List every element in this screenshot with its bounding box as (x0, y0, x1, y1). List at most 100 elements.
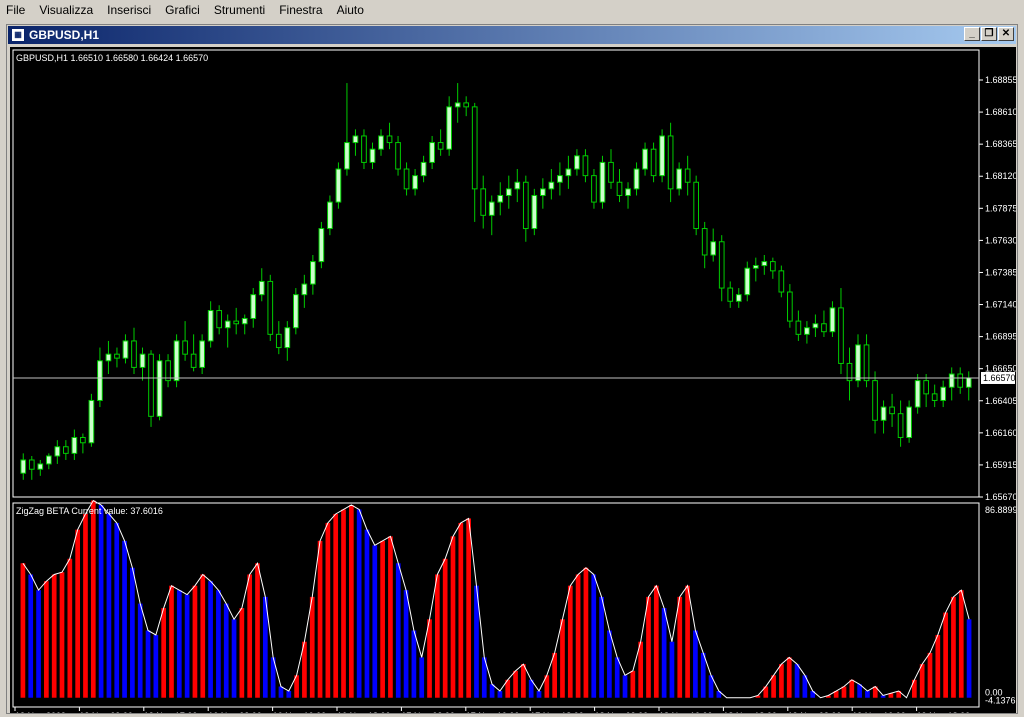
candle-bear (182, 340, 188, 355)
candle-bull (292, 294, 299, 329)
candle-bull (97, 360, 103, 401)
candle-bull (744, 267, 751, 296)
menu-insert[interactable]: Inserisci (101, 3, 159, 17)
indicator-bar (599, 596, 604, 698)
menu-file[interactable]: File (0, 3, 33, 17)
indicator-bar (786, 657, 792, 698)
indicator-bar (44, 581, 49, 698)
candle-bear (889, 406, 895, 415)
indicator-bar (677, 596, 683, 698)
candle-bull (735, 294, 742, 302)
price-chart[interactable]: GBPUSD,H1 1.66510 1.66580 1.66424 1.6657… (10, 47, 1018, 717)
indicator-bar (278, 686, 284, 698)
indicator-bar (216, 590, 221, 698)
indicator-bar (239, 608, 245, 698)
candle-bear (275, 333, 282, 349)
menu-tools[interactable]: Strumenti (208, 3, 273, 17)
candle-bull (710, 241, 717, 256)
candle-bull (429, 142, 435, 163)
candle-bull (880, 406, 887, 421)
indicator-bar (865, 691, 870, 698)
menu-view[interactable]: Visualizza (33, 3, 101, 17)
chart-area[interactable]: GBPUSD,H1 1.66510 1.66580 1.66424 1.6657… (10, 47, 1018, 717)
indicator-bar (388, 536, 393, 698)
close-icon[interactable]: ✕ (998, 27, 1014, 41)
candle-bull (378, 135, 384, 150)
x-tick-label: 19 Nov 10:00 (852, 711, 906, 713)
indicator-bar (67, 558, 73, 698)
window-titlebar[interactable]: ▦ GBPUSD,H1 _ ❐ ✕ (8, 26, 1016, 44)
indicator-bar (419, 657, 425, 698)
candle-bear (616, 181, 623, 196)
indicator-bar (83, 513, 88, 698)
candle-bull (855, 344, 861, 382)
indicator-bar (317, 540, 323, 698)
indicator-bar (341, 509, 346, 698)
indicator-bar (458, 522, 464, 698)
y-tick-label: 1.68855 (985, 75, 1016, 85)
candle-bull (599, 161, 606, 203)
candle-bull (54, 446, 61, 457)
indicator-bar (255, 563, 260, 698)
candle-bear (795, 320, 802, 335)
indicator-bar (333, 513, 339, 698)
indicator-bar (614, 657, 620, 698)
candle-bear (28, 459, 35, 470)
candle-bull (335, 168, 342, 203)
indicator-bar (28, 574, 34, 698)
indicator-bar (153, 634, 159, 698)
candle-bear (463, 102, 470, 108)
indicator-bar (536, 691, 542, 698)
indicator-bar (395, 563, 401, 698)
y-tick-label: 1.68610 (985, 107, 1016, 117)
indicator-bar (841, 686, 847, 698)
minimize-icon[interactable]: _ (964, 27, 980, 41)
indicator-bar (20, 563, 26, 698)
candle-bull (557, 175, 563, 183)
candle-bear (608, 161, 614, 183)
y-tick-label: 1.67140 (985, 300, 1016, 310)
x-tick-label: 17 Nov 02:00 (401, 711, 455, 713)
candle-bull (37, 463, 44, 470)
candle-bull (156, 360, 163, 417)
candle-bear (923, 380, 929, 395)
indicator-bar (779, 664, 784, 698)
candle-bull (812, 323, 819, 329)
indicator-bar (427, 619, 432, 698)
indicator-bar (693, 630, 698, 698)
indicator-bar (200, 574, 206, 698)
indicator-bar (700, 652, 706, 698)
candle-bull (497, 194, 504, 203)
candle-bull (574, 155, 580, 170)
indicator-min-label: -4.1376 (985, 696, 1016, 706)
menu-window[interactable]: Finestra (273, 3, 330, 17)
candle-bull (88, 399, 95, 444)
current-price-label: 1.66570 (983, 373, 1016, 383)
indicator-bar (184, 594, 190, 698)
restore-icon[interactable]: ❐ (981, 27, 997, 41)
indicator-bar (646, 596, 651, 698)
candle-bull (446, 106, 452, 150)
y-tick-label: 1.66895 (985, 332, 1016, 342)
x-tick-label: 16 Nov 10:00 (273, 711, 327, 713)
candle-bull (540, 188, 546, 196)
candle-bull (752, 265, 759, 269)
candle-bull (633, 168, 640, 190)
candle-bull (71, 436, 78, 454)
chart-window-icon: ▦ (11, 28, 25, 42)
candle-bull (105, 353, 112, 362)
x-tick-label: 17 Nov 18:00 (530, 711, 584, 713)
menu-charts[interactable]: Grafici (159, 3, 208, 17)
candle-bear (718, 241, 725, 289)
candle-bear (131, 340, 137, 368)
candle-bear (838, 307, 844, 364)
candle-bull (548, 181, 555, 190)
menu-help[interactable]: Aiuto (331, 3, 372, 17)
y-tick-label: 1.67385 (985, 267, 1016, 277)
candle-bear (80, 436, 86, 444)
indicator-bar (130, 567, 135, 698)
candle-bear (863, 344, 870, 382)
candle-bull (310, 261, 316, 285)
y-tick-label: 1.68365 (985, 139, 1016, 149)
candle-bear (684, 168, 691, 183)
